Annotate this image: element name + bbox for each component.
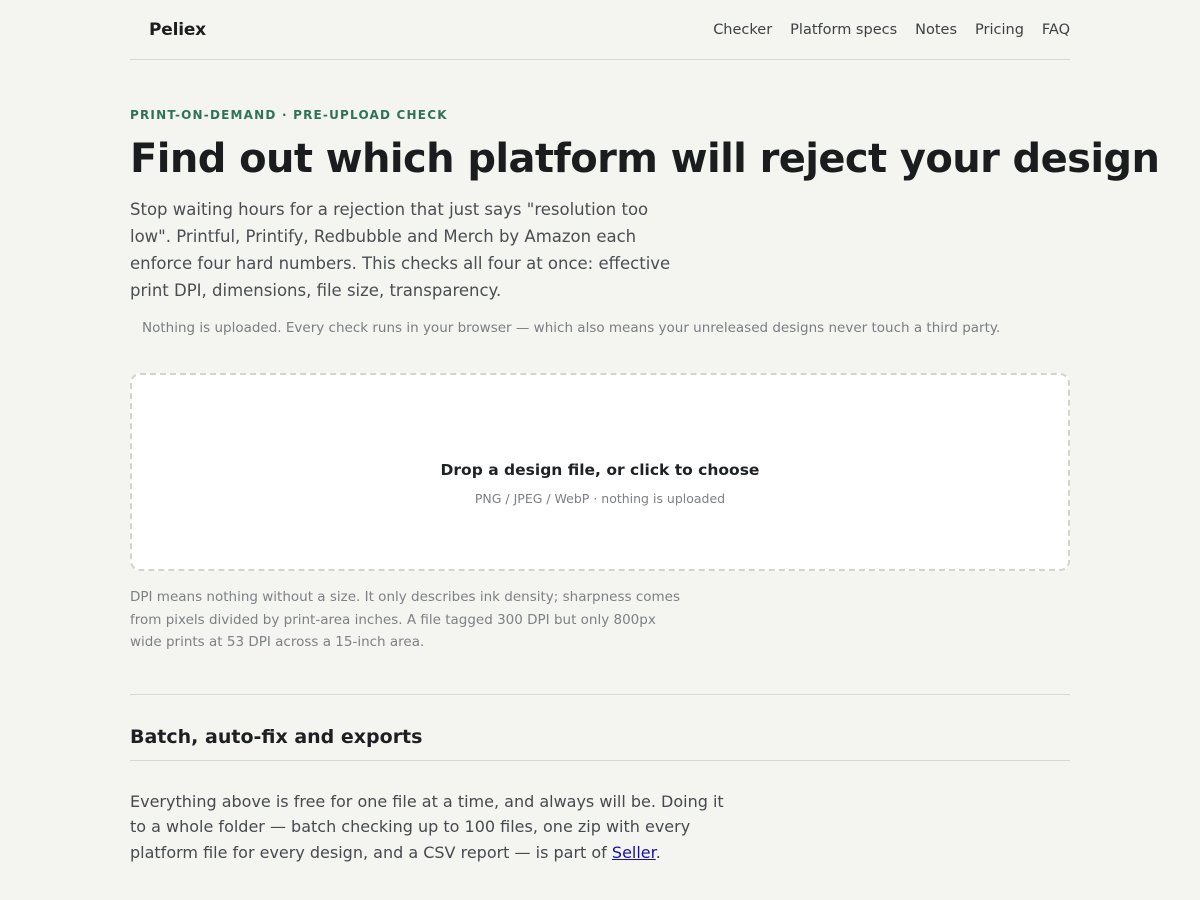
batch-body-end: . <box>655 842 661 862</box>
dpi-note: DPI means nothing without a size. It onl… <box>130 589 680 650</box>
page-title: Find out which platform will reject your… <box>130 136 1160 182</box>
nav-faq[interactable]: FAQ <box>1042 22 1070 38</box>
eyebrow: PRINT-ON-DEMAND · PRE-UPLOAD CHECK <box>130 108 448 122</box>
seller-link[interactable]: Seller <box>612 843 656 862</box>
file-dropzone[interactable]: Drop a design file, or click to choose P… <box>130 373 1070 571</box>
dropzone-subtitle: PNG / JPEG / WebP · nothing is uploaded <box>474 490 726 506</box>
main-nav: Checker Platform specs Notes Pricing FAQ <box>713 22 1070 38</box>
privacy-note: Nothing is uploaded. Every check runs in… <box>142 320 1001 336</box>
page: Peliex Checker Platform specs Notes Pric… <box>130 0 1160 866</box>
nav-platform-specs[interactable]: Platform specs <box>790 22 897 38</box>
batch-section-title: Batch, auto-fix and exports <box>130 726 1070 761</box>
dropzone-title: Drop a design file, or click to choose <box>440 460 760 479</box>
nav-pricing[interactable]: Pricing <box>975 22 1024 38</box>
section-divider <box>130 693 1070 695</box>
lede-paragraph: Stop waiting hours for a rejection that … <box>130 200 671 300</box>
nav-checker[interactable]: Checker <box>713 22 772 38</box>
logo[interactable]: Peliex <box>149 20 206 40</box>
nav-notes[interactable]: Notes <box>915 22 957 38</box>
batch-section-body: Everything above is free for one file at… <box>130 789 730 866</box>
site-header: Peliex Checker Platform specs Notes Pric… <box>130 0 1070 60</box>
